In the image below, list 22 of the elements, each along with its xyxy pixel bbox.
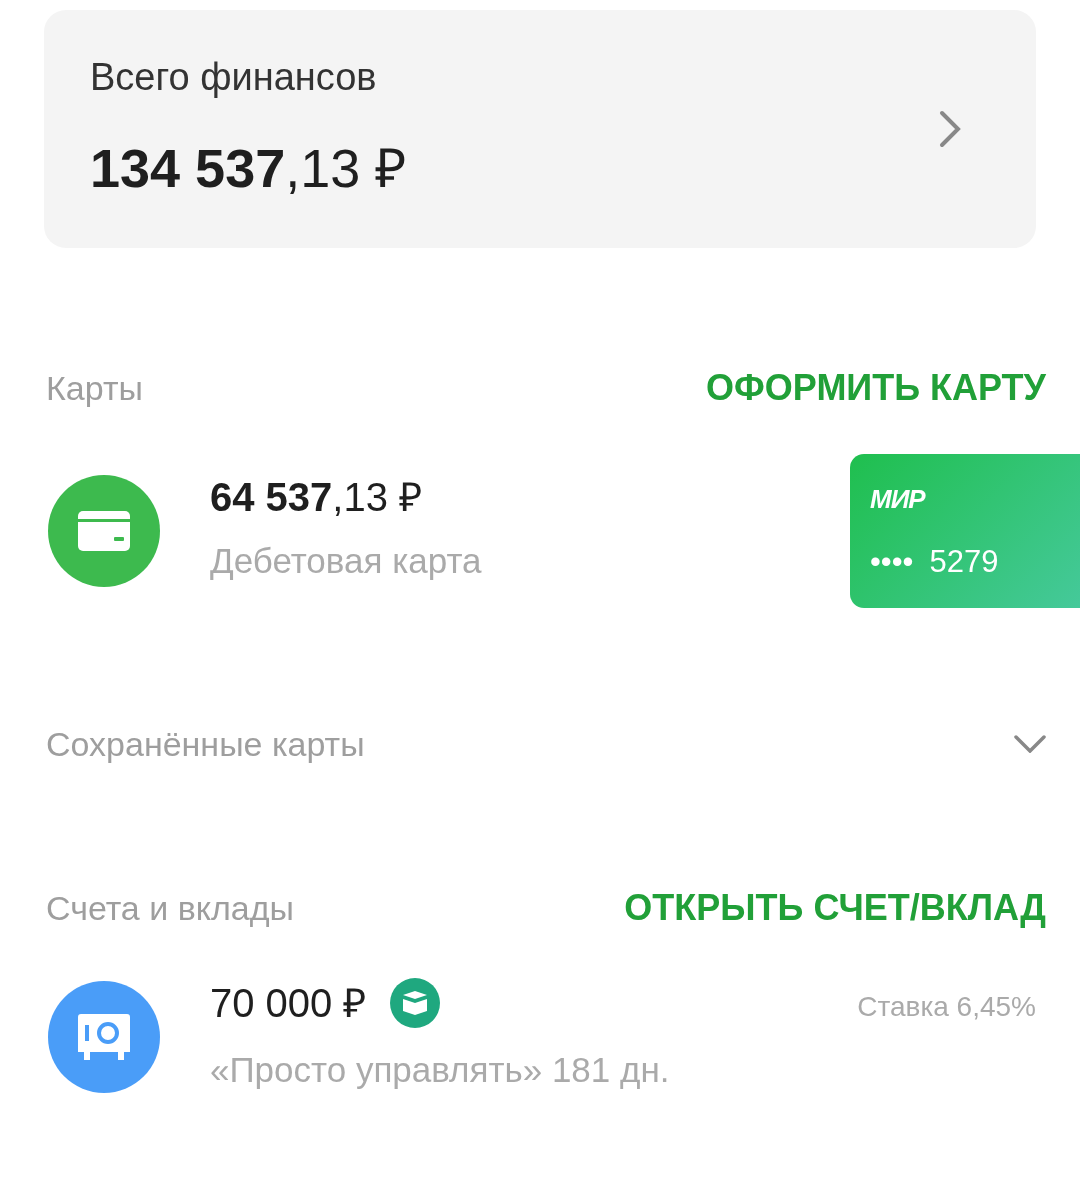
deposit-amount: 70 000 ₽ <box>210 981 367 1025</box>
box-icon <box>390 978 441 1028</box>
safe-icon <box>78 1014 130 1061</box>
section-title: Карты <box>46 367 143 409</box>
bank-card[interactable]: МИР •••• 5279 <box>850 454 1080 608</box>
interest-rate: Ставка 6,45% <box>857 990 1036 1024</box>
section-action-button[interactable]: ОФОРМИТЬ КАРТУ <box>706 361 1046 415</box>
card-mask: •••• <box>870 543 914 581</box>
card-icon <box>78 511 130 551</box>
section-action-button[interactable]: ОТКРЫТЬ СЧЕТ/ВКЛАД <box>624 881 1046 935</box>
deposit-name: «Просто управлять» 181 дн. <box>210 1049 671 1091</box>
card-type: Дебетовая карта <box>210 539 483 582</box>
total-amount: 134 537,13 ₽ <box>90 137 407 200</box>
section-title: Сохранённые карты <box>46 723 365 765</box>
card-brand: МИР <box>870 483 927 516</box>
chevron-right-icon <box>938 109 962 149</box>
chevron-down-icon[interactable] <box>1014 735 1046 753</box>
summary-title: Всего финансов <box>90 55 378 100</box>
card-balance: 64 537,13 ₽ <box>210 474 424 519</box>
summary-card[interactable]: Всего финансов 134 537,13 ₽ <box>44 10 1036 248</box>
section-title: Счета и вклады <box>46 887 294 929</box>
card-number: 5279 <box>929 543 999 581</box>
